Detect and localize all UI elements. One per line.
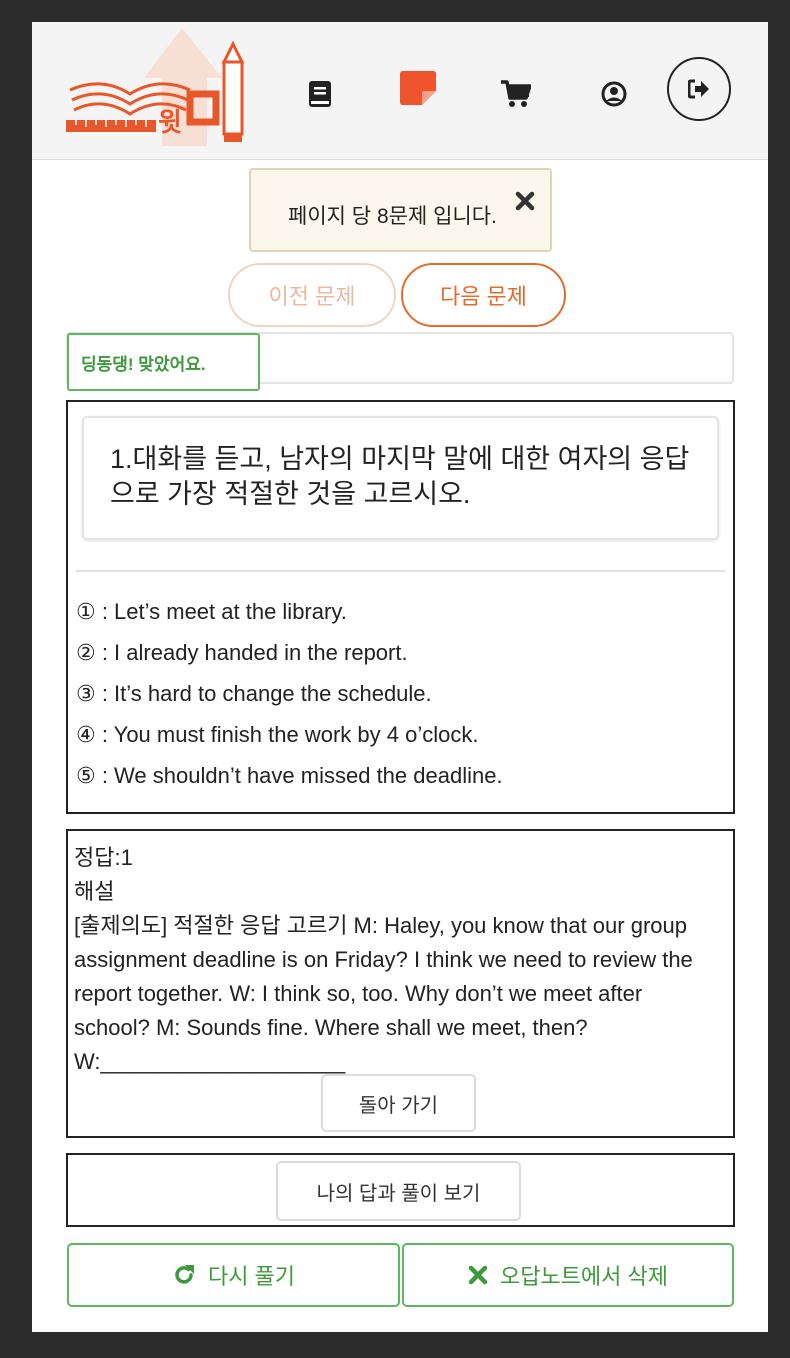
correct-answer: 정답:1 — [74, 845, 133, 870]
notice-text: 페이지 당 8문제 입니다. — [288, 205, 497, 228]
logout-icon — [688, 79, 709, 99]
logout-button[interactable] — [667, 57, 731, 121]
question-card: 1.대화를 듣고, 남자의 마지막 말에 대한 여자의 응답으로 가장 적절한 … — [82, 416, 719, 540]
question-box: 1.대화를 듣고, 남자의 마지막 말에 대한 여자의 응답으로 가장 적절한 … — [66, 400, 735, 814]
close-icon[interactable] — [514, 190, 536, 212]
note-icon[interactable] — [386, 56, 450, 120]
delete-label: 오답노트에서 삭제 — [499, 1264, 669, 1289]
close-icon — [468, 1265, 488, 1285]
redo-icon — [175, 1265, 194, 1284]
result-label: 딩동댕! 맞았어요. — [67, 333, 260, 391]
divider — [76, 570, 725, 572]
view-my-answer-button[interactable]: 나의 답과 풀이 보기 — [276, 1161, 521, 1221]
back-button[interactable]: 돌아 가기 — [321, 1074, 476, 1132]
header: 윗 — [32, 22, 768, 160]
user-icon[interactable] — [582, 62, 646, 126]
prev-question-button[interactable]: 이전 문제 — [228, 263, 396, 327]
explanation-text: [출제의도] 적절한 응답 고르기 M: Haley, you know tha… — [74, 913, 693, 1074]
choice-1[interactable]: ① : Let’s meet at the library. — [76, 598, 726, 639]
app-frame: 윗 페이지 당 8문제 입니다. 이전 문제 다음 문제 딩동댕! 맞았어요. … — [32, 22, 768, 1332]
choice-2[interactable]: ② : I already handed in the report. — [76, 639, 726, 680]
next-question-button[interactable]: 다음 문제 — [401, 263, 566, 327]
choice-5[interactable]: ⑤ : We shouldn’t have missed the deadlin… — [76, 762, 726, 803]
question-text: 1.대화를 듣고, 남자의 마지막 말에 대한 여자의 응답으로 가장 적절한 … — [110, 444, 690, 509]
choice-4[interactable]: ④ : You must finish the work by 4 o’cloc… — [76, 721, 726, 762]
view-answer-box: 나의 답과 풀이 보기 — [66, 1153, 735, 1227]
cart-icon[interactable] — [484, 62, 548, 126]
retry-label: 다시 풀기 — [207, 1264, 296, 1289]
answer-box: 정답:1 해설 [출제의도] 적절한 응답 고르기 M: Haley, you … — [66, 829, 735, 1138]
retry-button[interactable]: 다시 풀기 — [67, 1243, 400, 1307]
choice-3[interactable]: ③ : It’s hard to change the schedule. — [76, 680, 726, 721]
svg-text:윗: 윗 — [158, 108, 182, 138]
answer-content: 정답:1 해설 [출제의도] 적절한 응답 고르기 M: Haley, you … — [74, 841, 724, 1079]
logo[interactable]: 윗 — [62, 28, 262, 156]
notice-box: 페이지 당 8문제 입니다. — [249, 168, 552, 252]
delete-from-note-button[interactable]: 오답노트에서 삭제 — [402, 1243, 734, 1307]
explanation-title: 해설 — [74, 879, 115, 904]
book-icon[interactable] — [288, 62, 352, 126]
choice-list: ① : Let’s meet at the library. ② : I alr… — [76, 598, 726, 803]
